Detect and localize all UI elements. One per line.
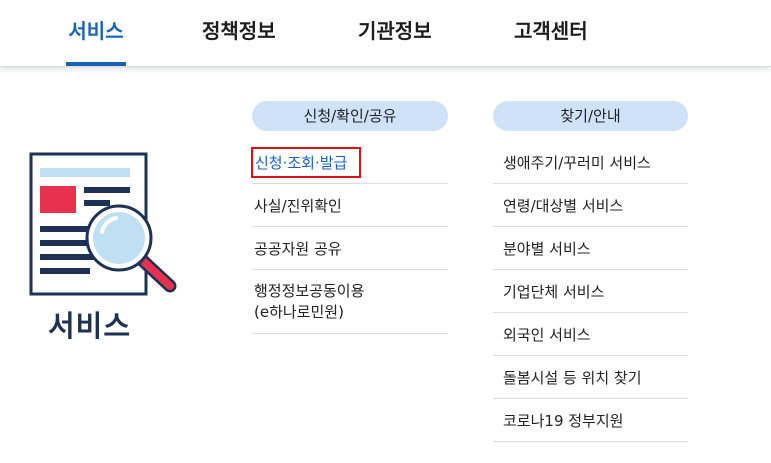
menu-item-public-resource-sharing[interactable]: 공공자원 공유 bbox=[252, 227, 448, 270]
menu-item-foreigner-services[interactable]: 외국인 서비스 bbox=[493, 313, 688, 356]
menu-item-label-line1: 행정정보공동이용 bbox=[254, 281, 365, 300]
menu-item-business-org-services[interactable]: 기업단체 서비스 bbox=[493, 270, 688, 313]
tab-services[interactable]: 서비스 bbox=[66, 0, 126, 66]
column-find-guide: 찾기/안내 생애주기/꾸러미 서비스 연령/대상별 서비스 분야별 서비스 기업… bbox=[493, 101, 688, 442]
menu-item-field-services[interactable]: 분야별 서비스 bbox=[493, 227, 688, 270]
menu-item-covid19-support[interactable]: 코로나19 정부지원 bbox=[493, 399, 688, 442]
column-apply-check-share: 신청/확인/공유 신청·조회·발급 사실/진위확인 공공자원 공유 행정정보공동… bbox=[251, 101, 448, 334]
menu-item-apply-inquire-issue[interactable]: 신청·조회·발급 bbox=[251, 141, 448, 184]
menu-item-age-target-services[interactable]: 연령/대상별 서비스 bbox=[493, 184, 688, 227]
document-magnifier-icon bbox=[29, 152, 177, 296]
tab-policy-info[interactable]: 정책정보 bbox=[202, 0, 276, 66]
top-navigation: 서비스 정책정보 기관정보 고객센터 bbox=[0, 0, 771, 67]
menu-item-label: 신청·조회·발급 bbox=[251, 146, 362, 178]
menu-item-label-line2: (e하나로민원) bbox=[254, 302, 344, 321]
column-header-find: 찾기/안내 bbox=[493, 101, 688, 131]
section-title: 서비스 bbox=[48, 309, 132, 343]
menu-item-care-facility-locator[interactable]: 돌봄시설 등 위치 찾기 bbox=[493, 356, 688, 399]
tab-agency-info[interactable]: 기관정보 bbox=[358, 0, 432, 66]
menu-item-fact-verification[interactable]: 사실/진위확인 bbox=[252, 184, 448, 227]
tab-customer-center[interactable]: 고객센터 bbox=[514, 0, 588, 66]
menu-list-apply: 신청·조회·발급 사실/진위확인 공공자원 공유 행정정보공동이용 (e하나로민… bbox=[251, 141, 448, 334]
menu-list-find: 생애주기/꾸러미 서비스 연령/대상별 서비스 분야별 서비스 기업단체 서비스… bbox=[493, 141, 688, 442]
column-header-apply: 신청/확인/공유 bbox=[252, 101, 448, 131]
menu-item-admin-info-sharing[interactable]: 행정정보공동이용 (e하나로민원) bbox=[252, 270, 448, 334]
menu-item-lifecycle-services[interactable]: 생애주기/꾸러미 서비스 bbox=[493, 141, 688, 184]
